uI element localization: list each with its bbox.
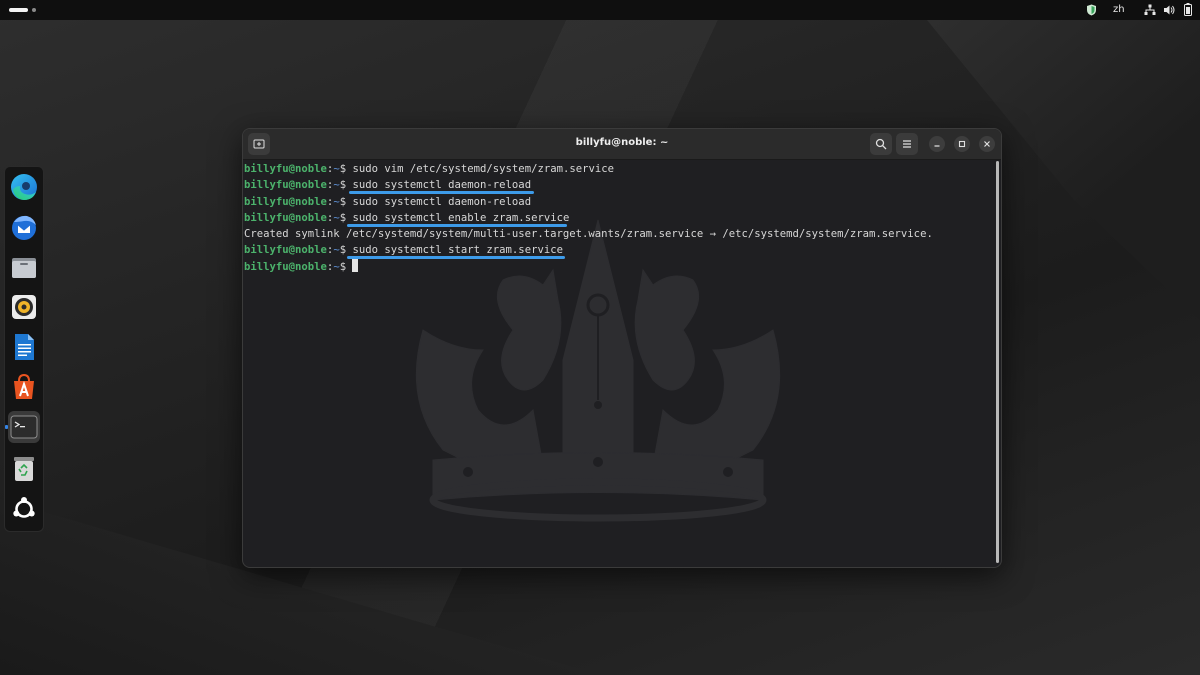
app-center-icon [14,373,34,399]
dock-item-terminal[interactable] [5,411,40,443]
maximize-icon [958,140,966,148]
terminal-line: billyfu@noble:~$ [244,258,933,275]
prompt-user: billyfu@noble [244,195,327,208]
dock-item-files[interactable] [8,251,40,283]
prompt-symbol: $ [339,260,347,273]
command-text: sudo systemctl enable zram.service [352,211,570,224]
terminal-window[interactable]: billyfu@noble: ~ billyfu@noble:~$ sudo v… [242,128,1002,568]
files-folder-icon [12,258,36,278]
volume-icon[interactable] [1163,4,1175,16]
command-text: sudo vim /etc/systemd/system/zram.servic… [352,163,614,175]
prompt-user: billyfu@noble [244,179,327,192]
dock-item-writer[interactable] [8,331,40,363]
close-icon [984,141,990,147]
search-icon [875,138,887,150]
terminal-line: billyfu@noble:~$ sudo systemctl enable z… [244,210,933,227]
libreoffice-writer-icon [15,334,34,360]
dock-item-trash[interactable] [8,453,40,485]
terminal-line: billyfu@noble:~$ sudo systemctl daemon-r… [244,194,933,210]
minimize-button[interactable] [929,136,945,152]
prompt-symbol: $ [339,244,347,257]
terminal-titlebar[interactable]: billyfu@noble: ~ [243,129,1001,160]
terminal-line: billyfu@noble:~$ sudo vim /etc/systemd/s… [244,161,933,177]
prompt-symbol: $ [339,195,347,208]
terminal-line: billyfu@noble:~$ sudo systemctl daemon-r… [244,177,933,195]
search-button[interactable] [870,133,892,155]
prompt-user: billyfu@noble [244,260,327,273]
terminal-output[interactable]: billyfu@noble:~$ sudo vim /etc/systemd/s… [244,161,933,275]
terminal-scrollbar[interactable] [996,161,999,563]
dock-item-rhythmbox[interactable] [8,291,40,323]
prompt-user: billyfu@noble [244,211,327,224]
battery-icon[interactable] [1184,3,1192,16]
command-text: sudo systemctl start zram.service [352,244,563,257]
thunderbird-mail-icon [12,215,36,240]
prompt-symbol: $ [339,179,347,192]
security-shield-icon[interactable] [1086,4,1097,16]
trash-icon [14,457,34,481]
text-cursor [352,258,359,272]
terminal-line: Created symlink /etc/systemd/system/mult… [244,226,933,242]
dock-item-app-center[interactable] [8,371,40,403]
minimize-icon [934,145,940,147]
rhythmbox-speaker-icon [12,295,36,319]
workspace-indicator[interactable] [32,8,36,12]
dock-item-thunderbird[interactable] [8,211,40,243]
command-text: sudo systemctl daemon-reload [352,179,532,192]
terminal-icon [10,415,38,439]
ubuntu-logo-icon [13,497,35,518]
running-app-indicator [5,425,8,429]
terminal-line: billyfu@noble:~$ sudo systemctl start zr… [244,242,933,260]
command-text: sudo systemctl daemon-reload [352,195,532,208]
prompt-user: billyfu@noble [244,244,327,257]
input-language-indicator[interactable]: zh [1113,4,1125,16]
close-button[interactable] [979,136,995,152]
dock-item-show-apps[interactable] [8,493,40,525]
menu-button[interactable] [896,133,918,155]
dock-item-edge[interactable] [8,171,40,203]
workspace-indicator-active[interactable] [9,8,28,12]
prompt-user: billyfu@noble [244,163,327,175]
top-bar: zh [0,0,1200,20]
network-icon[interactable] [1144,4,1156,16]
terminal-content[interactable]: billyfu@noble:~$ sudo vim /etc/systemd/s… [243,160,1001,567]
edge-browser-icon [11,174,37,200]
prompt-symbol: $ [339,211,347,224]
maximize-button[interactable] [954,136,970,152]
hamburger-menu-icon [903,140,911,148]
command-output: Created symlink /etc/systemd/system/mult… [244,228,933,241]
dock [4,166,44,532]
prompt-symbol: $ [339,163,347,175]
